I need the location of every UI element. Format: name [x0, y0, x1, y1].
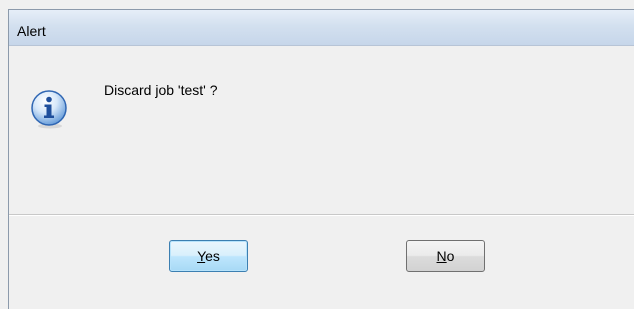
yes-button[interactable]: Yes — [169, 240, 248, 272]
no-button[interactable]: No — [406, 240, 485, 272]
title-bar[interactable]: Alert — [9, 10, 634, 46]
dialog-content: Discard job 'test' ? — [9, 46, 634, 214]
yes-label-rest: es — [205, 248, 220, 264]
no-button-label: No — [437, 248, 455, 264]
alert-dialog: Alert Discard job 'test' ? Yes No — [8, 9, 634, 309]
no-accelerator: N — [436, 248, 447, 264]
yes-button-label: Yes — [197, 248, 220, 264]
no-label-rest: o — [446, 248, 455, 264]
alert-message: Discard job 'test' ? — [104, 82, 218, 98]
info-icon — [29, 89, 69, 129]
button-area-separator — [9, 214, 634, 216]
window-title: Alert — [17, 23, 46, 39]
yes-accelerator: Y — [197, 248, 206, 264]
